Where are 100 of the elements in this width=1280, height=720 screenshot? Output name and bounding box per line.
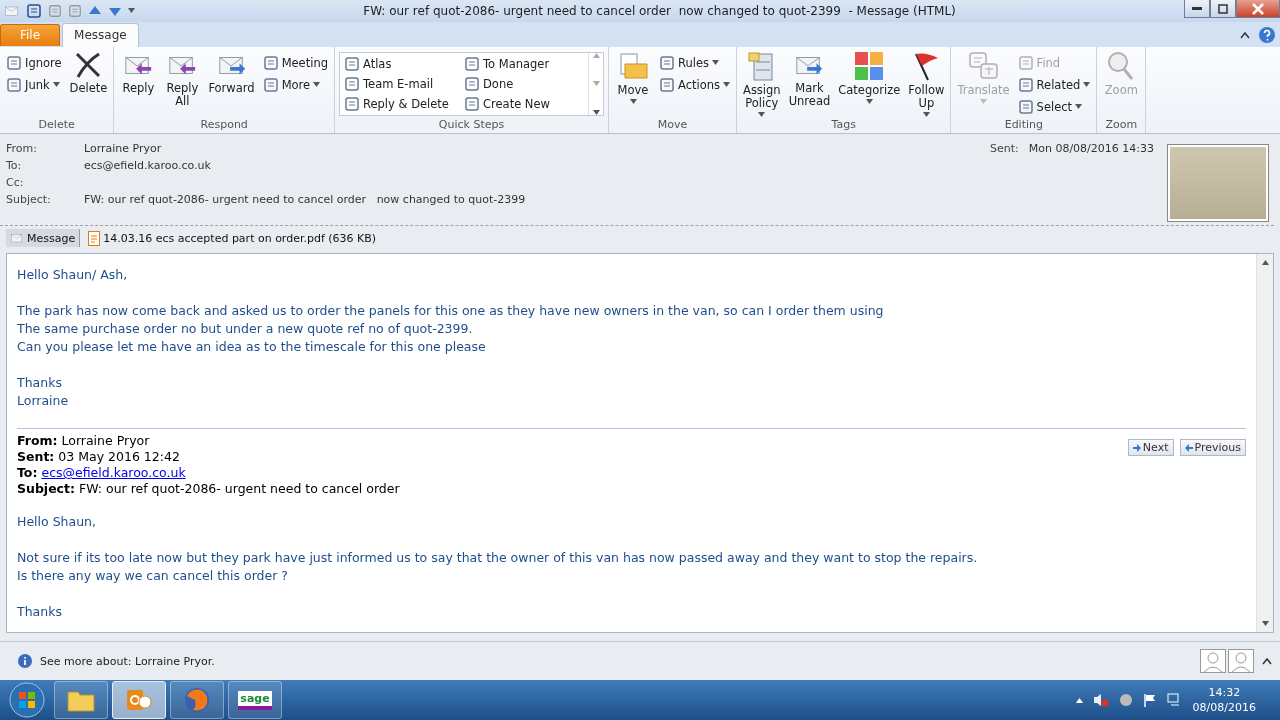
group-label: Zoom xyxy=(1104,117,1139,133)
clock-date[interactable]: 08/08/2016 xyxy=(1192,700,1256,716)
muted-speaker-icon[interactable] xyxy=(1092,692,1109,709)
close-icon xyxy=(1252,2,1264,15)
body-text: Not sure if its too late now but they park have just informed us to say that the owner of this van has now passed away and they want to stop the repairs. xyxy=(17,549,979,568)
body-text: Thanks xyxy=(17,603,63,622)
ribbon-button[interactable]: Assign Policy xyxy=(741,49,783,117)
ribbon-button[interactable]: Actions xyxy=(657,75,732,94)
color-grid-icon xyxy=(853,49,886,82)
group-label: Editing xyxy=(1003,117,1044,133)
header-value: Lorraine Pryor xyxy=(84,141,163,157)
help-icon[interactable] xyxy=(1258,25,1276,44)
ribbon-button[interactable]: Delete xyxy=(67,49,110,95)
clock-time[interactable]: 14:32 xyxy=(1208,685,1241,701)
info-icon xyxy=(18,654,32,669)
caret-icon xyxy=(980,98,987,104)
caret-icon xyxy=(758,111,766,117)
ribbon-button[interactable]: Junk xyxy=(4,75,64,94)
close-button[interactable] xyxy=(1236,0,1280,18)
minimize-icon xyxy=(1192,6,1202,11)
ribbon-tab[interactable]: Message xyxy=(62,22,139,47)
taskbar-app[interactable]: sage xyxy=(228,681,282,720)
caret-icon xyxy=(629,98,637,104)
group-label: Respond xyxy=(199,117,249,133)
ribbon-button[interactable]: Reply xyxy=(118,49,159,95)
ribbon-button[interactable]: Move xyxy=(613,49,653,104)
people-silhouettes-icon[interactable] xyxy=(1200,649,1254,674)
people-pane-text: See more about: Lorraine Pryor. xyxy=(40,654,215,668)
nav-button[interactable]: Next xyxy=(1127,439,1174,457)
body-text: Thanks xyxy=(17,374,63,393)
scrollbar[interactable] xyxy=(1256,254,1273,633)
ribbon-button[interactable]: Meeting xyxy=(260,53,330,72)
caret-icon xyxy=(1075,104,1083,110)
restore-icon xyxy=(1218,3,1228,14)
scroll-up-icon[interactable] xyxy=(1261,260,1269,266)
expand-gallery-icon[interactable] xyxy=(592,109,600,115)
forwarded-header-line: Sent: 03 May 2016 12:42 xyxy=(17,449,181,466)
caret-icon xyxy=(865,98,873,104)
quick-step-button[interactable]: Reply & Delete xyxy=(342,93,462,114)
binoculars-icon xyxy=(262,76,279,93)
group-label: Tags xyxy=(830,117,857,133)
header-label: Sent: xyxy=(989,141,1019,155)
forwarded-header-line: Subject: FW: our ref quot-2086- urgent need to cancel order xyxy=(17,481,400,498)
window-title: FW: our ref quot-2086- urgent need to cancel order now changed to quot-2399 - Message (HTML) xyxy=(362,3,957,18)
forwarded-header-line: From: Lorraine Pryor xyxy=(17,433,151,450)
group-label: Delete xyxy=(37,117,76,133)
quick-step-button[interactable]: Atlas xyxy=(342,53,462,74)
ribbon-button[interactable]: Follow Up xyxy=(906,49,947,117)
body-text: Can you please let me have an idea as to the timescale for this one please xyxy=(17,338,487,357)
ribbon-button[interactable]: Select xyxy=(1015,97,1093,116)
translate-icon xyxy=(967,49,1000,82)
ribbon-button[interactable]: Rules xyxy=(657,53,732,72)
group-label: Move xyxy=(656,117,689,133)
quick-step-button[interactable]: Done xyxy=(462,73,586,94)
customize-caret-icon[interactable] xyxy=(128,8,135,14)
ribbon-button[interactable]: More xyxy=(260,75,330,94)
circle-icon[interactable] xyxy=(1118,693,1133,708)
ribbon-button[interactable]: Forward xyxy=(206,49,257,95)
header-value: ecs@efield.karoo.co.uk xyxy=(84,158,212,174)
header-value: Mon 08/08/2016 14:33 xyxy=(1028,141,1154,155)
quick-step-button[interactable]: Team E-mail xyxy=(342,73,462,94)
app-logo: sage xyxy=(238,690,272,710)
attachment-tab[interactable]: Message xyxy=(6,229,81,248)
body-text: Is there any way we can cancel this order ? xyxy=(17,567,289,586)
quick-step-button[interactable]: Create New xyxy=(462,93,586,114)
show-hidden-icon[interactable] xyxy=(1075,697,1083,703)
taskbar-app[interactable] xyxy=(112,681,166,720)
body-text: Lorraine xyxy=(17,392,70,411)
body-text: The same purchase order no but under a new quote ref no of quot-2399. xyxy=(17,320,474,339)
body-text: Hello Shaun, xyxy=(17,513,97,532)
caret-icon xyxy=(1083,82,1091,88)
email-link[interactable]: ecs@efield.karoo.co.uk xyxy=(41,465,186,481)
scroll-down-icon[interactable] xyxy=(1261,621,1269,627)
collapse-ribbon-icon[interactable] xyxy=(1240,30,1250,39)
body-text: The park has now come back and asked us to order the panels for this one as they have new owners in the van, so can I order them using xyxy=(17,302,885,321)
caret-icon xyxy=(723,82,730,88)
caret-icon xyxy=(52,82,60,88)
collapse-icon[interactable] xyxy=(1262,657,1272,666)
arrow-icon xyxy=(1132,443,1141,452)
attachment-tab[interactable]: 14.03.16 ecs accepted part on order.pdf (636 KB) xyxy=(84,228,381,248)
ribbon-button[interactable]: Mark Unread xyxy=(786,49,833,108)
flag-icon[interactable] xyxy=(1142,693,1157,708)
minimize-button[interactable] xyxy=(1184,0,1210,18)
quick-step-button[interactable]: To Manager xyxy=(462,53,586,74)
header-label: Cc: xyxy=(6,175,25,191)
caret-icon xyxy=(313,82,321,88)
nav-button[interactable]: Previous xyxy=(1179,439,1246,457)
ribbon-button[interactable]: Reply All xyxy=(162,49,203,108)
caret-icon xyxy=(922,111,930,117)
globe-fox-icon xyxy=(183,686,211,715)
restore-button[interactable] xyxy=(1210,0,1236,18)
header-label: From: xyxy=(6,141,38,157)
header-value: FW: our ref quot-2086- urgent need to cancel order now changed to quot-2399 xyxy=(84,192,527,208)
ribbon-button[interactable]: Categorize xyxy=(836,49,903,104)
ribbon-button[interactable]: Related xyxy=(1015,75,1093,94)
caret-icon xyxy=(712,60,720,66)
pdf-file-icon xyxy=(88,230,101,246)
header-label: Subject: xyxy=(6,192,52,208)
group-label: Quick Steps xyxy=(437,117,506,133)
ribbon-button[interactable]: Ignore xyxy=(4,53,64,72)
